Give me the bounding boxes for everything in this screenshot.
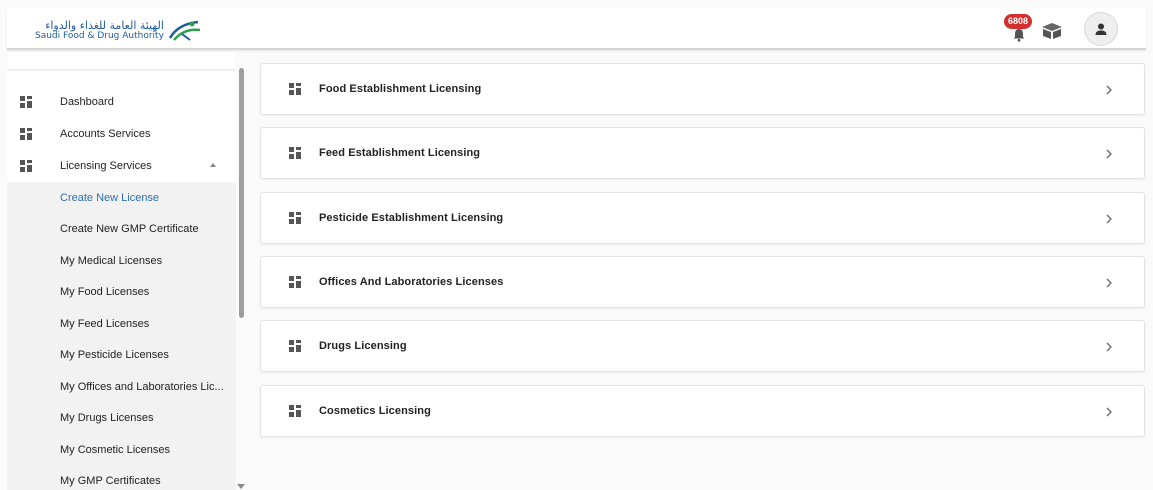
sidebar-item-label: Dashboard: [60, 96, 114, 108]
card-label: Drugs Licensing: [319, 340, 407, 352]
chevron-up-icon[interactable]: [210, 163, 216, 167]
grid-icon: [20, 128, 32, 140]
card-drugs-licensing[interactable]: Drugs Licensing: [260, 320, 1145, 372]
card-label: Feed Establishment Licensing: [319, 147, 481, 159]
card-label: Pesticide Establishment Licensing: [319, 212, 504, 224]
sidebar-item-dashboard[interactable]: Dashboard: [7, 86, 236, 118]
card-label: Food Establishment Licensing: [319, 83, 482, 95]
grid-icon: [289, 147, 301, 159]
card-offices-and-laboratories-licenses[interactable]: Offices And Laboratories Licenses: [260, 256, 1145, 308]
submenu-item-create-new-license[interactable]: Create New License: [7, 182, 236, 214]
top-header: الهيئة العامة للغذاء والدواء Saudi Food …: [7, 8, 1146, 50]
box-icon[interactable]: [1040, 21, 1064, 41]
submenu-item-my-pesticide-licenses[interactable]: My Pesticide Licenses: [7, 340, 236, 372]
card-pesticide-establishment-licensing[interactable]: Pesticide Establishment Licensing: [260, 192, 1145, 244]
sidebar: Dashboard Accounts Services Licensing Se…: [7, 52, 236, 490]
user-menu-button[interactable]: [1084, 12, 1118, 46]
licensing-submenu: Create New License Create New GMP Certif…: [7, 182, 236, 490]
submenu-item-my-drugs-licenses[interactable]: My Drugs Licenses: [7, 403, 236, 435]
sidebar-nav: Dashboard Accounts Services Licensing Se…: [7, 86, 236, 182]
card-food-establishment-licensing[interactable]: Food Establishment Licensing: [260, 63, 1145, 115]
grid-icon: [289, 83, 301, 95]
chevron-right-icon: [1106, 342, 1112, 352]
card-label: Cosmetics Licensing: [319, 405, 431, 417]
grid-icon: [20, 160, 32, 172]
grid-icon: [289, 276, 301, 288]
logo-english-text: Saudi Food & Drug Authority: [35, 30, 164, 41]
bell-icon: [1013, 29, 1025, 42]
sidebar-item-licensing-services[interactable]: Licensing Services: [7, 150, 236, 182]
chevron-right-icon: [1106, 149, 1112, 159]
card-feed-establishment-licensing[interactable]: Feed Establishment Licensing: [260, 127, 1145, 179]
submenu-item-my-gmp-certificates[interactable]: My GMP Certificates: [7, 466, 236, 490]
user-icon: [1095, 23, 1107, 35]
submenu-item-create-new-gmp-certificate[interactable]: Create New GMP Certificate: [7, 214, 236, 246]
header-actions: 6808: [1004, 12, 1118, 46]
grid-icon: [20, 96, 32, 108]
submenu-item-my-food-licenses[interactable]: My Food Licenses: [7, 277, 236, 309]
grid-icon: [289, 212, 301, 224]
chevron-right-icon: [1106, 278, 1112, 288]
notifications-button[interactable]: 6808: [1004, 14, 1033, 44]
sidebar-item-label: Licensing Services: [60, 160, 152, 172]
submenu-item-my-feed-licenses[interactable]: My Feed Licenses: [7, 308, 236, 340]
chevron-right-icon: [1106, 214, 1112, 224]
sfda-logo-mark: [168, 20, 201, 41]
sidebar-top-divider: [8, 52, 235, 70]
sidebar-item-accounts-services[interactable]: Accounts Services: [7, 118, 236, 150]
card-cosmetics-licensing[interactable]: Cosmetics Licensing: [260, 385, 1145, 437]
logo-text: الهيئة العامة للغذاء والدواء Saudi Food …: [35, 20, 164, 41]
sidebar-item-label: Accounts Services: [60, 128, 151, 140]
sfda-logo[interactable]: الهيئة العامة للغذاء والدواء Saudi Food …: [35, 16, 202, 44]
grid-icon: [289, 405, 301, 417]
scroll-down-arrow-icon[interactable]: [237, 484, 245, 489]
card-label: Offices And Laboratories Licenses: [319, 276, 504, 288]
grid-icon: [289, 340, 301, 352]
submenu-item-my-medical-licenses[interactable]: My Medical Licenses: [7, 245, 236, 277]
sidebar-scrollbar[interactable]: [239, 68, 244, 318]
submenu-item-my-offices-labs-licenses[interactable]: My Offices and Laboratories Lic...: [7, 371, 236, 403]
submenu-item-my-cosmetic-licenses[interactable]: My Cosmetic Licenses: [7, 434, 236, 466]
logo-arabic-text: الهيئة العامة للغذاء والدواء: [45, 18, 164, 32]
chevron-right-icon: [1106, 407, 1112, 417]
chevron-right-icon: [1106, 85, 1112, 95]
notification-badge: 6808: [1004, 14, 1033, 29]
